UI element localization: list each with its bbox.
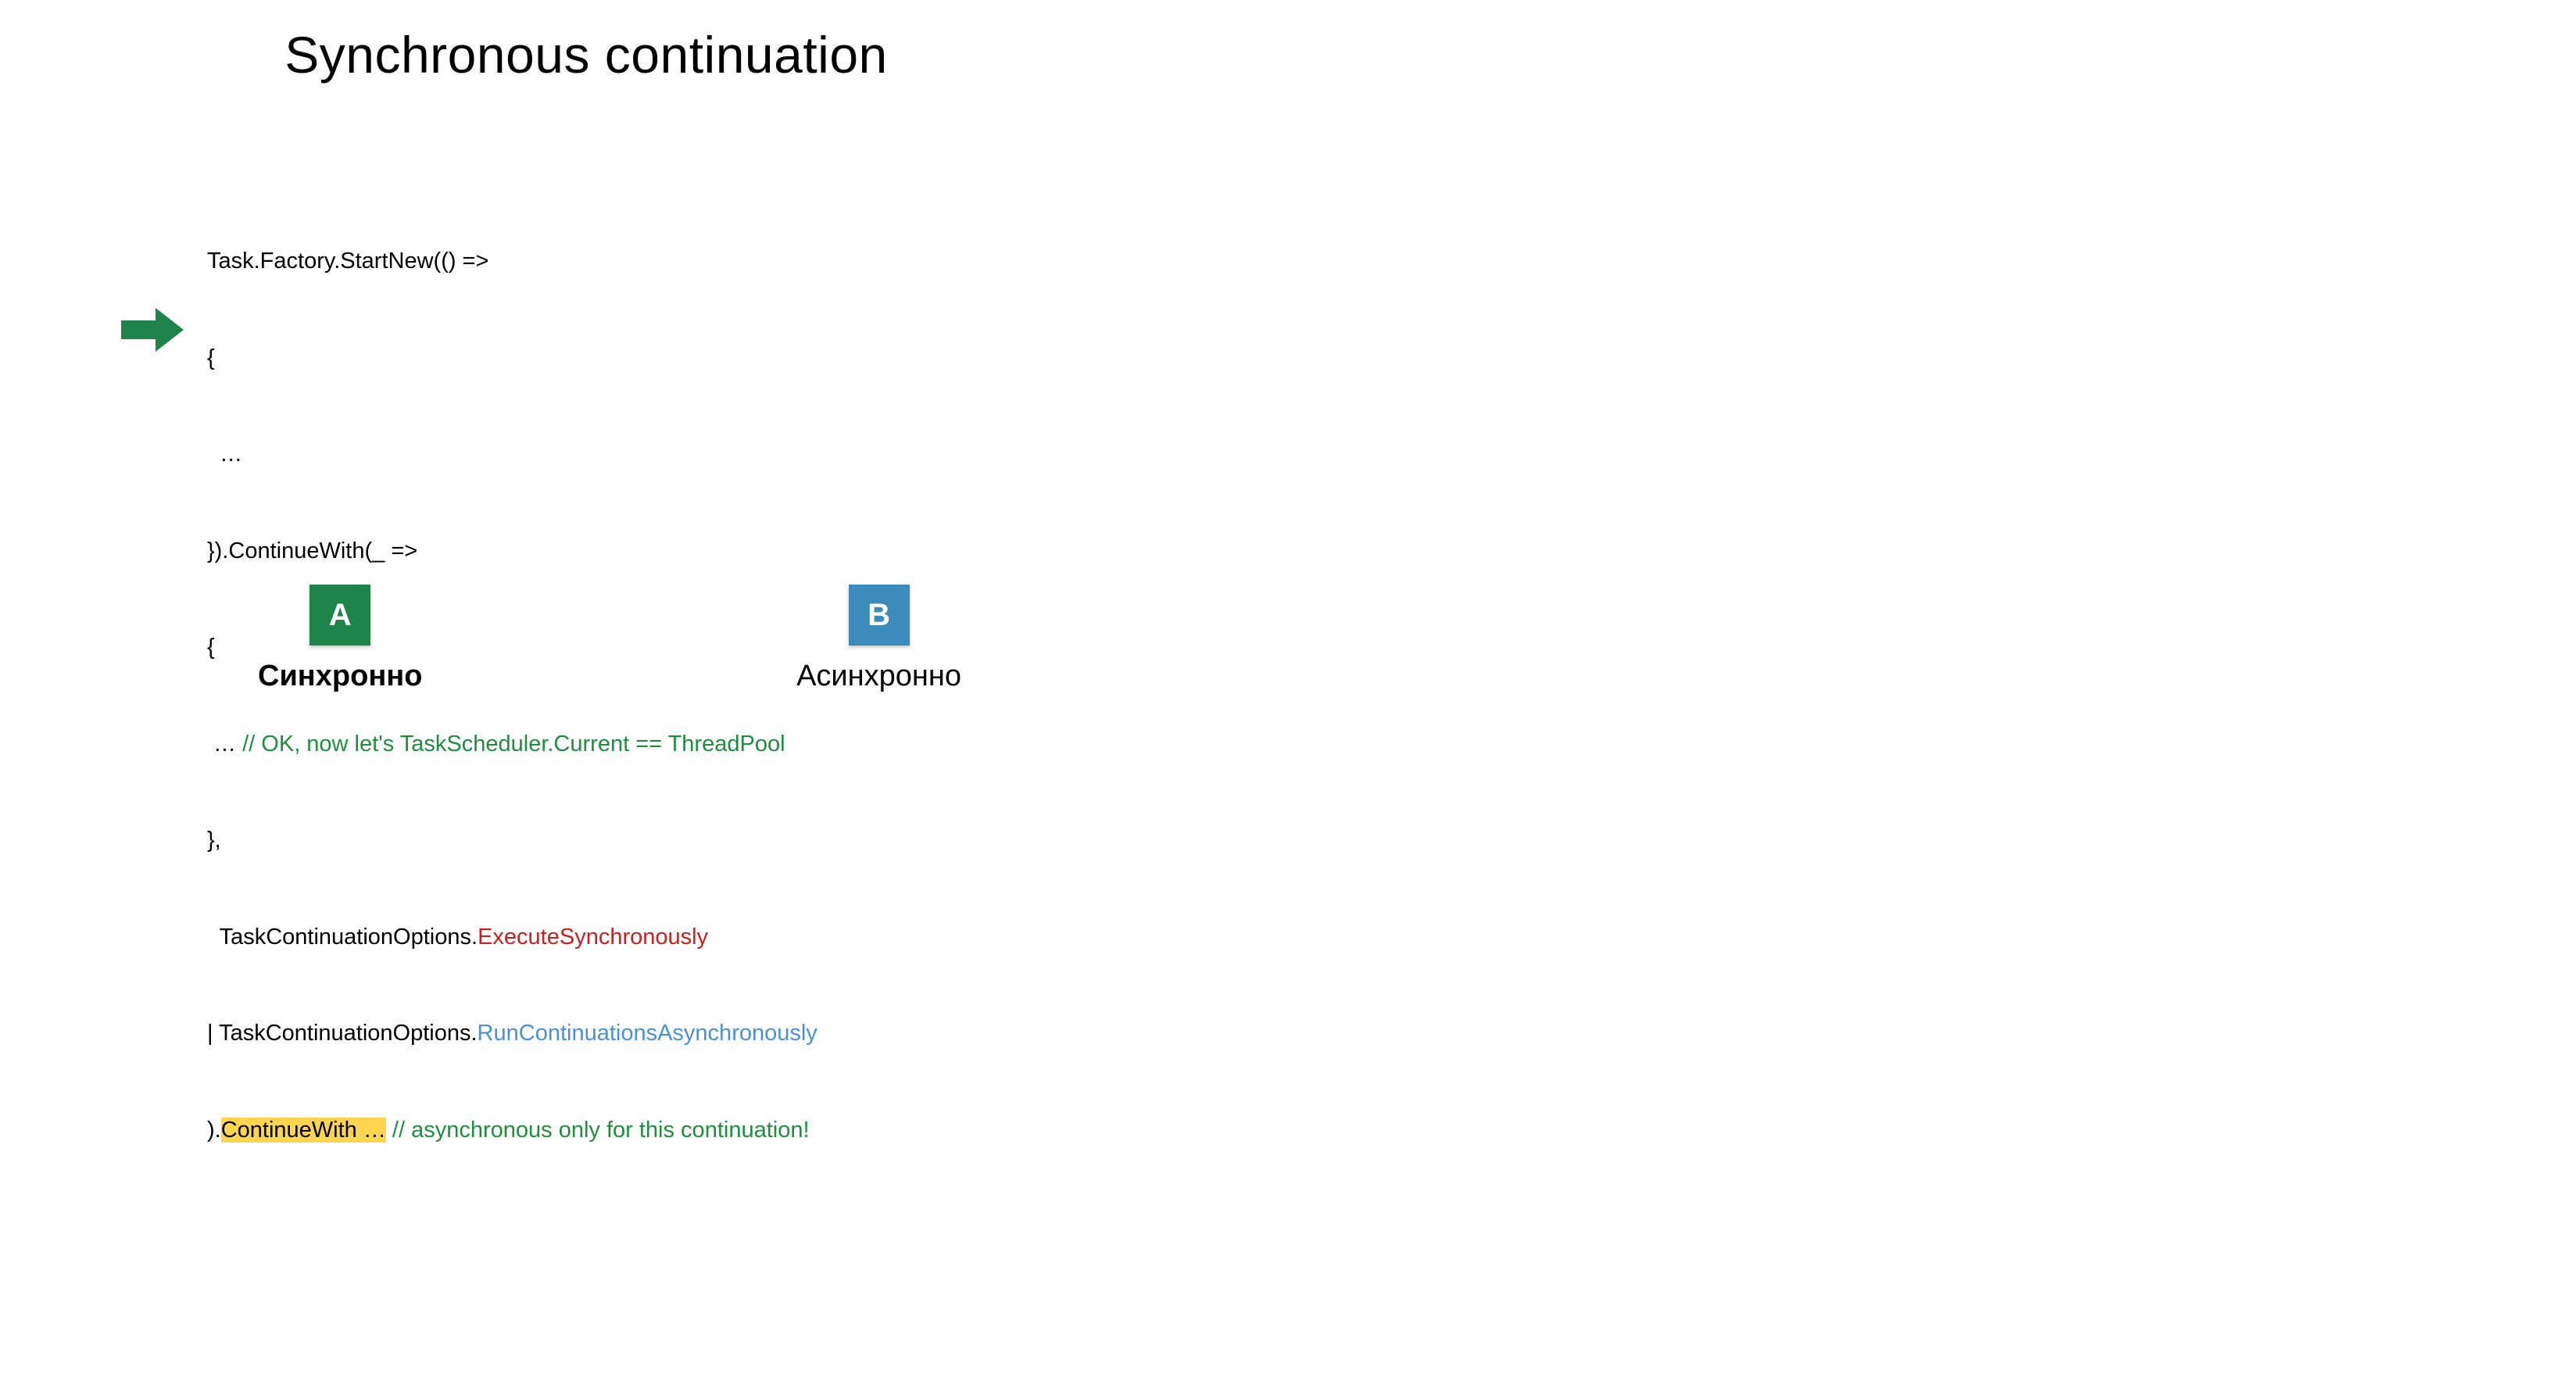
code-comment: // OK, now let's TaskScheduler.Current =… bbox=[236, 731, 785, 756]
option-a-badge: A bbox=[309, 585, 370, 646]
code-line: { bbox=[207, 342, 818, 374]
code-highlight: ContinueWith … bbox=[221, 1118, 386, 1143]
arrow-right-icon bbox=[121, 302, 184, 357]
code-line-comment: … // OK, now let's TaskScheduler.Current… bbox=[207, 728, 818, 760]
code-text: … bbox=[207, 731, 236, 756]
code-line: | TaskContinuationOptions.RunContinuatio… bbox=[207, 1018, 818, 1050]
option-a[interactable]: A Синхронно bbox=[258, 585, 422, 693]
option-a-label: Синхронно bbox=[258, 660, 422, 693]
code-line: ).ContinueWith … // asynchronous only fo… bbox=[207, 1114, 818, 1146]
option-b-badge: B bbox=[849, 585, 910, 646]
code-text: | TaskContinuationOptions. bbox=[207, 1021, 478, 1046]
code-line: … bbox=[207, 438, 818, 470]
code-line: }, bbox=[207, 824, 818, 857]
code-line: Task.Factory.StartNew(() => bbox=[207, 245, 818, 277]
slide-title: Synchronous continuation bbox=[0, 25, 1172, 84]
option-b[interactable]: B Асинхронно bbox=[796, 585, 961, 693]
code-text: ). bbox=[207, 1118, 221, 1143]
code-text: TaskContinuationOptions. bbox=[207, 925, 478, 950]
code-comment: // asynchronous only for this continuati… bbox=[386, 1118, 810, 1143]
options-row: A Синхронно B Асинхронно bbox=[0, 585, 1172, 693]
code-keyword-blue: RunContinuationsAsynchronously bbox=[478, 1021, 818, 1046]
code-line: }).ContinueWith(_ => bbox=[207, 535, 818, 567]
option-b-label: Асинхронно bbox=[796, 660, 961, 693]
code-keyword-red: ExecuteSynchronously bbox=[478, 925, 708, 950]
code-line: TaskContinuationOptions.ExecuteSynchrono… bbox=[207, 921, 818, 953]
